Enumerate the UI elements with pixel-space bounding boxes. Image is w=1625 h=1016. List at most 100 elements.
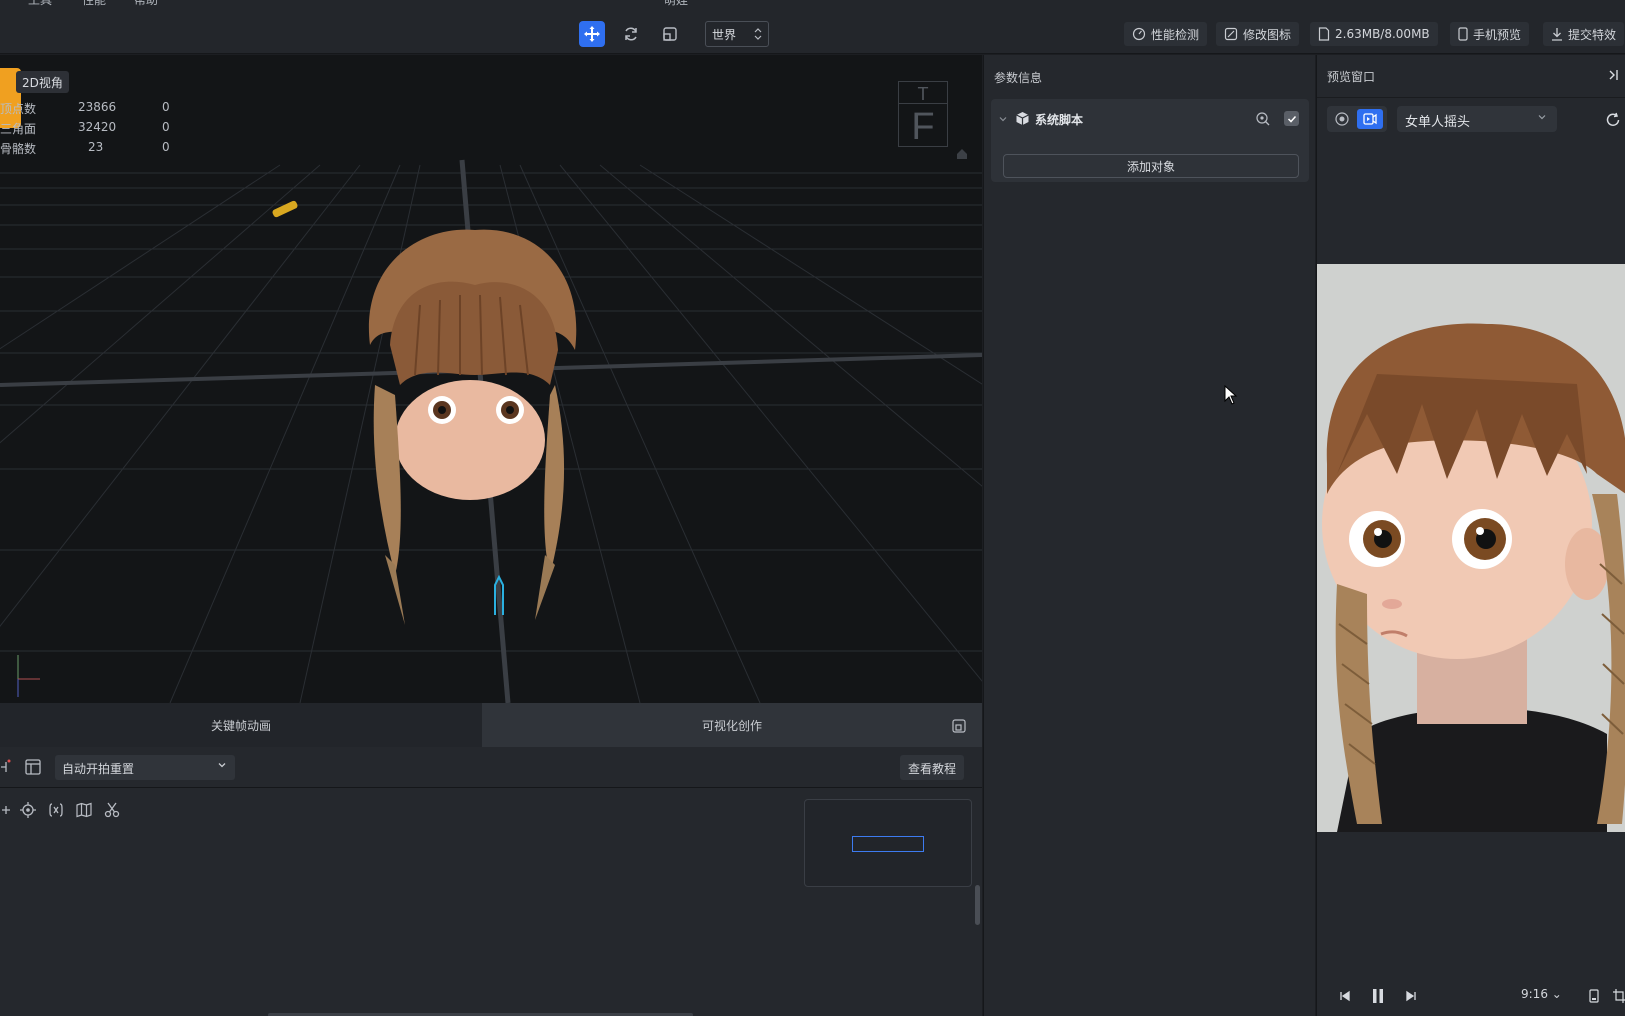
add-object-label: 添加对象 [1126, 159, 1175, 174]
scene-viewport[interactable]: 2D视角 顶点数 23866 0 三角面 32420 0 骨骼数 23 0 T … [0, 55, 982, 703]
chevron-down-icon [1538, 115, 1546, 120]
stat-value: 23866 [78, 100, 117, 114]
stat-value: 32420 [78, 120, 117, 134]
visual-creation-toolbar: 自动开拍重置 查看教程 [0, 747, 982, 788]
performance-check-button[interactable]: 性能检测 [1124, 22, 1208, 46]
move-tool-button[interactable] [579, 21, 605, 47]
graph-icon[interactable] [0, 759, 12, 775]
map-button[interactable] [70, 800, 98, 820]
chevron-down-icon [218, 763, 226, 768]
main-toolbar: 世界 性能检测 修改图标 2.63MB/8.00MB 手机预览 提交特效 [0, 8, 1625, 54]
crop-icon[interactable] [1613, 989, 1625, 1003]
preview-effect-select[interactable]: 女单人摇头 [1397, 106, 1557, 132]
preview-character-image [1317, 264, 1625, 832]
pause-icon[interactable] [1371, 988, 1385, 1004]
gauge-icon [1132, 27, 1146, 41]
target-icon [20, 802, 36, 818]
window-title: 萌娃 [664, 0, 689, 7]
node-minimap[interactable] [804, 799, 972, 887]
preview-panel-title: 预览窗口 [1327, 70, 1376, 84]
phone-preview-button[interactable]: 手机预览 [1450, 22, 1530, 46]
map-icon [76, 802, 92, 818]
camera-marker[interactable] [492, 575, 506, 617]
playback-bar: 9:16 ⌄ [1317, 977, 1625, 1016]
trigger-select-value: 自动开拍重置 [62, 762, 135, 776]
menu-item-performance[interactable]: 性能 [82, 0, 106, 8]
gizmo-top-label: T [918, 84, 929, 104]
trigger-select[interactable]: 自动开拍重置 [55, 755, 235, 780]
stat-row-bones: 骨骼数 23 0 [0, 140, 180, 160]
add-object-button[interactable]: 添加对象 [1003, 154, 1299, 178]
video-icon [1363, 113, 1377, 125]
minimap-viewport[interactable] [852, 836, 924, 852]
cut-button[interactable] [98, 800, 126, 820]
chevron-down-icon[interactable] [999, 115, 1007, 123]
params-panel-title: 参数信息 [994, 71, 1043, 85]
download-icon [1552, 28, 1562, 41]
skip-forward-icon[interactable] [1405, 990, 1417, 1002]
locate-button[interactable] [14, 800, 42, 820]
vertical-scrollbar[interactable] [975, 885, 980, 925]
file-size-icon [1318, 27, 1330, 41]
view-mode-2d-button[interactable]: 2D视角 [16, 71, 69, 93]
stat-label: 骨骼数 [0, 142, 37, 156]
aspect-ratio-select[interactable]: 9:16 ⌄ [1521, 987, 1562, 1001]
character-head-model[interactable] [360, 225, 590, 645]
tab-visual-creation[interactable]: 可视化创作 [482, 703, 982, 747]
move-icon [584, 26, 600, 42]
orientation-gizmo[interactable]: T F [898, 81, 948, 147]
rotate-tool-button[interactable] [618, 21, 644, 47]
coordinate-space-select[interactable]: 世界 [705, 21, 769, 47]
menu-item-tools[interactable]: 工具 [28, 0, 52, 8]
package-size-label: 2.63MB/8.00MB [1335, 27, 1430, 41]
preview-effect-value: 女单人摇头 [1405, 115, 1471, 130]
preview-render [1317, 264, 1625, 832]
variable-icon [49, 803, 63, 817]
node-tool-row [0, 800, 126, 820]
view-tutorial-label: 查看教程 [907, 762, 956, 776]
tab-keyframe-animation[interactable]: 关键帧动画 [0, 703, 482, 747]
system-script-card[interactable]: 系统脚本 添加对象 [991, 99, 1309, 182]
scene-stats: 顶点数 23866 0 三角面 32420 0 骨骼数 23 0 [0, 100, 180, 160]
record-icon[interactable] [1335, 112, 1349, 126]
variable-button[interactable] [42, 800, 70, 820]
edit-icon-label: 修改图标 [1243, 27, 1292, 42]
light-gizmo[interactable] [268, 195, 304, 223]
view-tutorial-button[interactable]: 查看教程 [899, 755, 964, 780]
submit-effect-button[interactable]: 提交特效 [1543, 22, 1625, 46]
gizmo-front-label: F [911, 106, 934, 147]
preview-panel: 预览窗口 女单人摇头 9:16 ⌄ [1316, 55, 1625, 1016]
coordinate-space-value: 世界 [712, 28, 737, 42]
phone-preview-label: 手机预览 [1473, 27, 1522, 42]
divider [1317, 97, 1625, 98]
view-mode-label: 2D视角 [22, 76, 63, 90]
add-node-button[interactable] [0, 800, 14, 820]
expand-panel-icon[interactable] [952, 719, 966, 733]
rotate-icon [625, 27, 637, 41]
axis-indicator [17, 655, 40, 697]
video-mode-button[interactable] [1357, 109, 1383, 129]
plus-icon [2, 806, 10, 814]
stat-selected: 0 [162, 100, 170, 114]
stat-label: 顶点数 [0, 102, 37, 116]
updown-chevron-icon [754, 28, 762, 40]
menu-bar: 工具 性能 帮助 萌娃 [0, 0, 1625, 8]
scale-tool-button[interactable] [657, 21, 683, 47]
skip-back-icon[interactable] [1339, 990, 1351, 1002]
image-edit-icon [1224, 27, 1238, 41]
scissors-icon [104, 802, 120, 818]
home-icon[interactable] [955, 147, 969, 161]
edit-icon-button[interactable]: 修改图标 [1216, 22, 1300, 46]
settings-target-icon[interactable] [1255, 111, 1270, 126]
refresh-icon[interactable] [1605, 112, 1621, 128]
stat-selected: 0 [162, 120, 170, 134]
layout-icon[interactable] [25, 759, 41, 775]
menu-item-help[interactable]: 帮助 [134, 0, 158, 8]
script-enabled-checkbox[interactable] [1284, 111, 1299, 126]
camera-mode-toggle[interactable] [1327, 106, 1387, 132]
tab-label: 可视化创作 [701, 718, 762, 733]
collapse-panel-icon[interactable] [1607, 69, 1619, 81]
portrait-device-icon[interactable] [1589, 989, 1599, 1003]
phone-icon [1458, 27, 1468, 41]
node-graph-canvas[interactable] [0, 788, 982, 1016]
